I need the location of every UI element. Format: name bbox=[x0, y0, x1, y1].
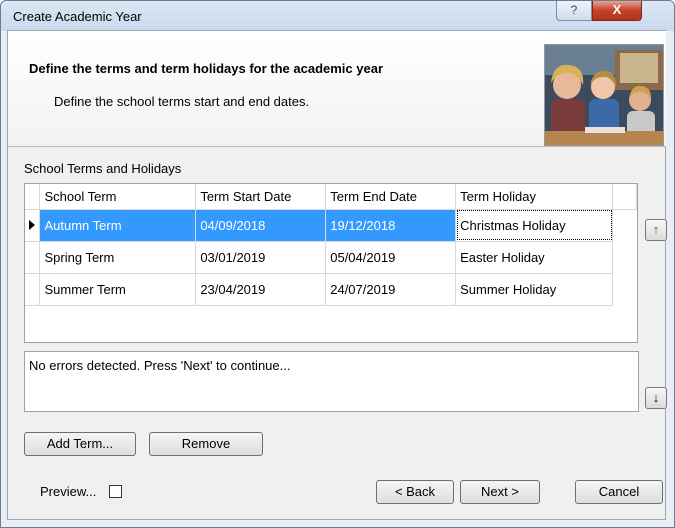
cell-filler bbox=[613, 241, 637, 273]
row-indicator bbox=[25, 241, 41, 274]
table-row[interactable]: Autumn Term 04/09/2018 19/12/2018 Christ… bbox=[25, 209, 637, 242]
move-down-button[interactable]: ↓ bbox=[645, 387, 667, 409]
help-icon: ? bbox=[570, 3, 578, 17]
table-row[interactable]: Summer Term 23/04/2019 24/07/2019 Summer… bbox=[25, 273, 637, 306]
close-button[interactable]: X bbox=[592, 1, 642, 21]
cell-school-term[interactable]: Autumn Term bbox=[39, 209, 197, 242]
terms-grid[interactable]: School Term Term Start Date Term End Dat… bbox=[24, 183, 638, 343]
validation-message: No errors detected. Press 'Next' to cont… bbox=[29, 358, 291, 373]
arrow-down-icon: ↓ bbox=[652, 390, 660, 405]
help-button[interactable]: ? bbox=[556, 1, 592, 21]
back-button[interactable]: < Back bbox=[376, 480, 454, 504]
header-title: Define the terms and term holidays for t… bbox=[29, 61, 384, 76]
row-pointer-icon bbox=[29, 219, 35, 230]
current-row-indicator bbox=[25, 209, 41, 242]
next-button[interactable]: Next > bbox=[460, 480, 540, 504]
cell-term-holiday[interactable]: Christmas Holiday bbox=[455, 209, 614, 242]
arrow-up-icon: ↑ bbox=[652, 222, 660, 237]
row-indicator-header bbox=[25, 184, 41, 210]
cell-start-date[interactable]: 03/01/2019 bbox=[195, 241, 327, 274]
column-header-holiday[interactable]: Term Holiday bbox=[455, 184, 614, 210]
column-header-filler bbox=[612, 184, 637, 210]
cell-start-date[interactable]: 23/04/2019 bbox=[195, 273, 327, 306]
move-up-button[interactable]: ↑ bbox=[645, 219, 667, 241]
terms-table: School Term Term Start Date Term End Dat… bbox=[25, 184, 637, 306]
cell-start-date[interactable]: 04/09/2018 bbox=[195, 209, 327, 242]
column-header-end-date[interactable]: Term End Date bbox=[325, 184, 457, 210]
column-header-school-term[interactable]: School Term bbox=[39, 184, 197, 210]
add-term-button[interactable]: Add Term... bbox=[24, 432, 136, 456]
table-row[interactable]: Spring Term 03/01/2019 05/04/2019 Easter… bbox=[25, 241, 637, 274]
validation-message-box: No errors detected. Press 'Next' to cont… bbox=[24, 351, 639, 412]
preview-label: Preview... bbox=[40, 484, 97, 499]
cell-end-date[interactable]: 19/12/2018 bbox=[325, 209, 457, 242]
title-bar: Create Academic Year ? X bbox=[1, 1, 674, 31]
cell-term-holiday[interactable]: Summer Holiday bbox=[455, 273, 614, 306]
grid-header-row: School Term Term Start Date Term End Dat… bbox=[25, 184, 637, 210]
column-header-start-date[interactable]: Term Start Date bbox=[195, 184, 327, 210]
section-label: School Terms and Holidays bbox=[24, 161, 182, 176]
preview-checkbox[interactable] bbox=[109, 485, 122, 498]
cell-filler bbox=[613, 273, 637, 305]
cancel-button[interactable]: Cancel bbox=[575, 480, 663, 504]
classroom-photo bbox=[544, 44, 664, 146]
cell-end-date[interactable]: 24/07/2019 bbox=[325, 273, 457, 306]
cell-filler bbox=[613, 209, 637, 241]
cell-term-holiday[interactable]: Easter Holiday bbox=[455, 241, 614, 274]
header-subtitle: Define the school terms start and end da… bbox=[54, 94, 310, 109]
cell-school-term[interactable]: Summer Term bbox=[39, 273, 197, 306]
remove-button[interactable]: Remove bbox=[149, 432, 263, 456]
close-icon: X bbox=[612, 2, 622, 17]
cell-end-date[interactable]: 05/04/2019 bbox=[325, 241, 457, 274]
row-indicator bbox=[25, 273, 41, 306]
cell-school-term[interactable]: Spring Term bbox=[39, 241, 197, 274]
window-title: Create Academic Year bbox=[13, 9, 142, 24]
